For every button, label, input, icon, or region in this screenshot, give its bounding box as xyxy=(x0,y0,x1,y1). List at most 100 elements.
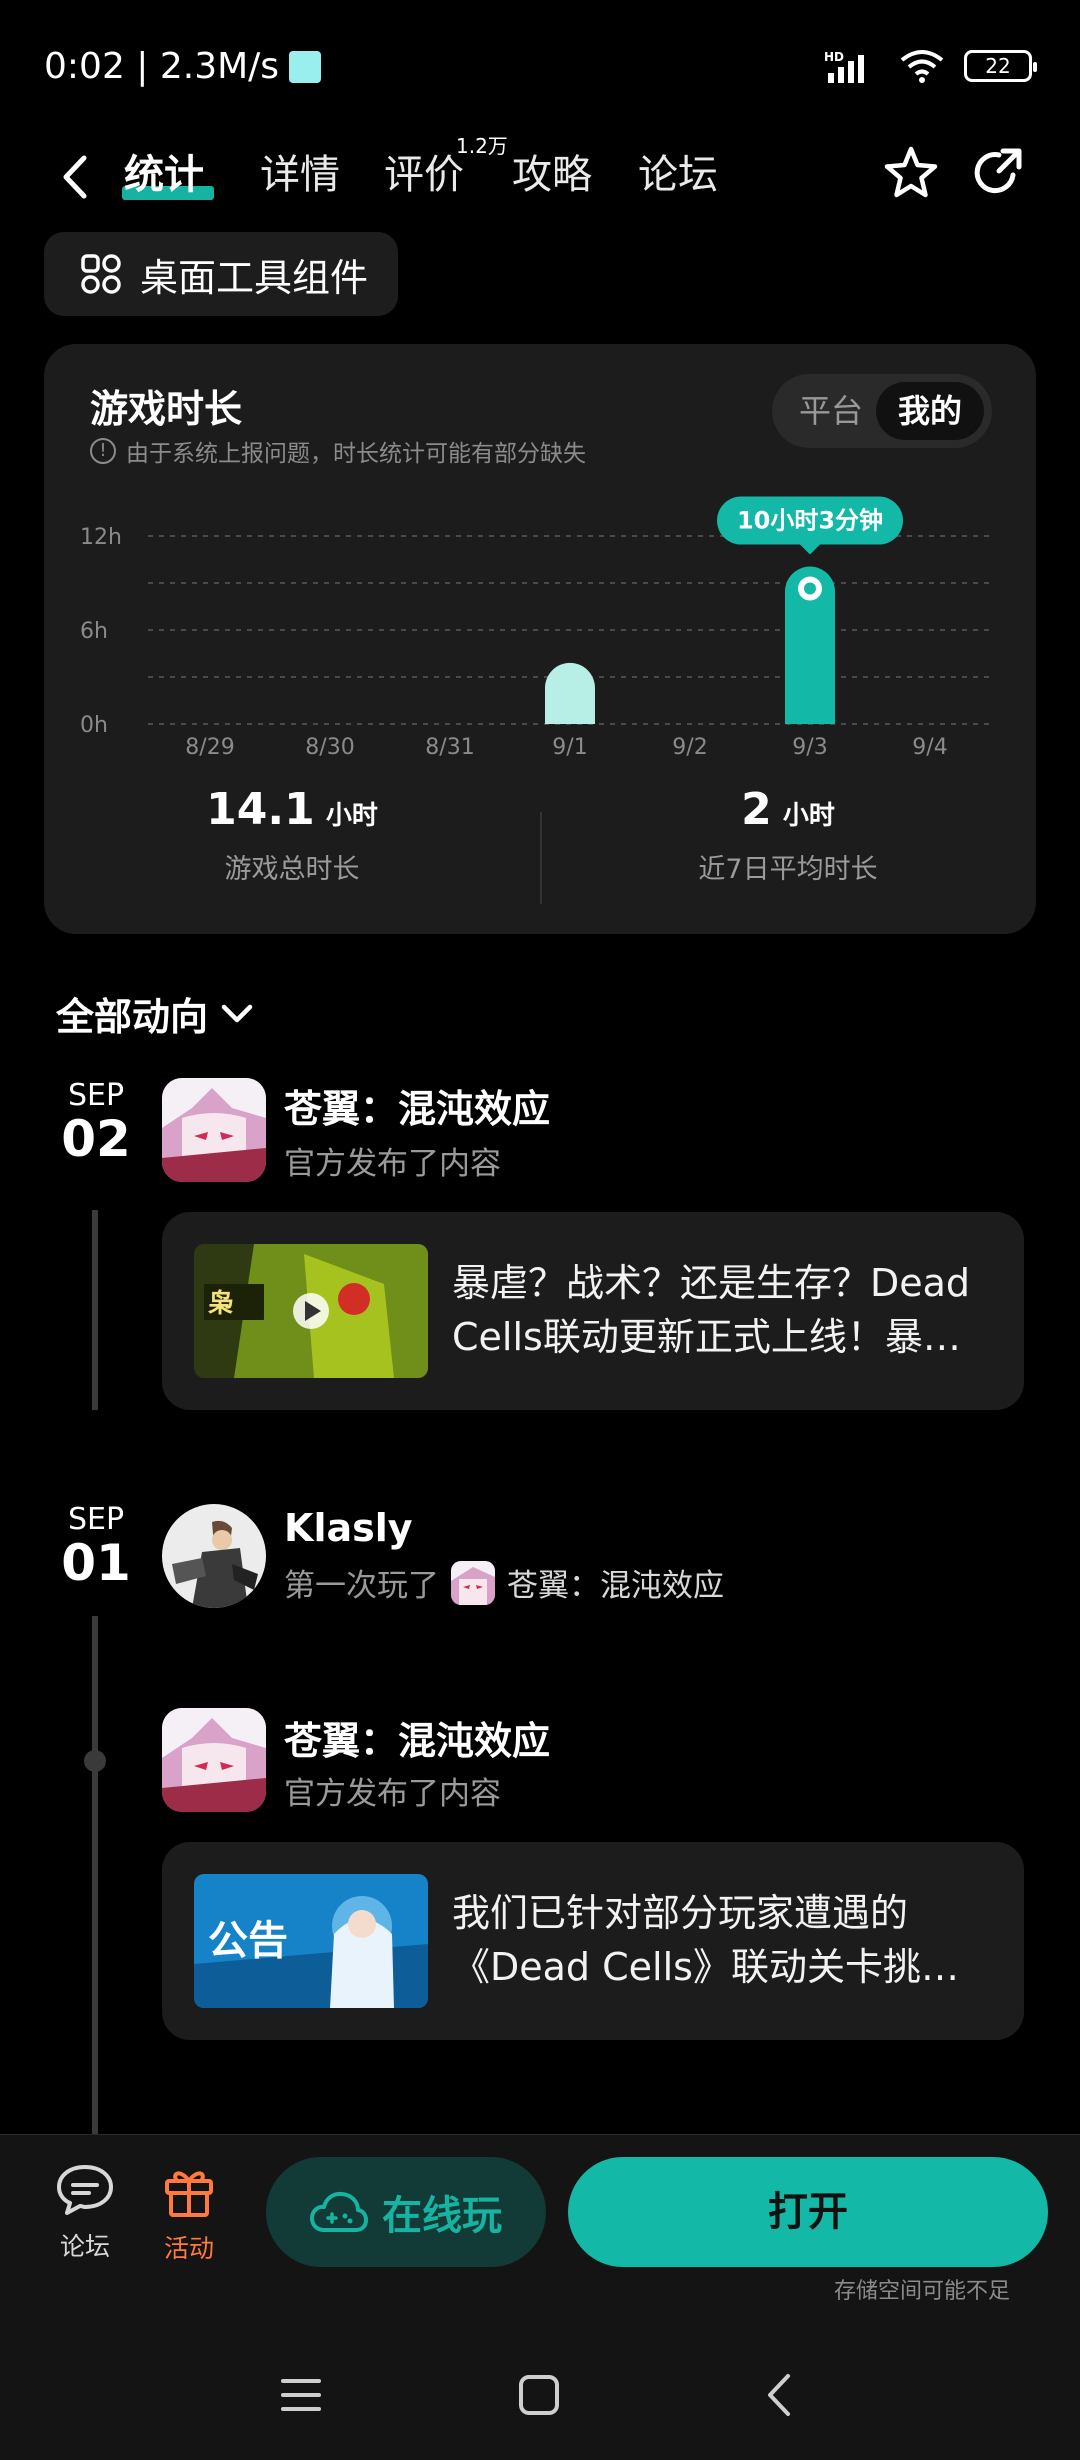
post-card[interactable]: 枭 暴虐？战术？还是生存？Dead Cells联动更新正式上线！暴虐？战术？还是… xyxy=(162,1212,1024,1410)
tab-guides[interactable]: 攻略 xyxy=(512,140,592,210)
post-title[interactable]: 苍翼：混沌效应 xyxy=(284,1078,550,1133)
share-icon xyxy=(974,148,1022,194)
date-day: 02 xyxy=(61,1110,131,1168)
share-button[interactable] xyxy=(962,138,1032,208)
tab-details[interactable]: 详情 xyxy=(260,140,340,210)
status-time-speed: 0:02 | 2.3M/s xyxy=(44,46,280,87)
activity-filter-dropdown[interactable]: 全部动向 xyxy=(56,986,254,1041)
open-game-button[interactable]: 打开 xyxy=(568,2157,1048,2267)
menu-icon xyxy=(281,2379,321,2411)
post-title[interactable]: 苍翼：混沌效应 xyxy=(284,1710,550,1765)
toggle-platform[interactable]: 平台 xyxy=(786,382,876,440)
date-day: 01 xyxy=(61,1534,131,1592)
wifi-icon xyxy=(900,50,944,83)
tab-reviews[interactable]: 评价 xyxy=(384,140,464,210)
back-arrow-icon xyxy=(63,155,87,199)
system-navigation-bar xyxy=(0,2324,1080,2460)
back-chevron-icon xyxy=(768,2374,790,2416)
status-right: HD 22 xyxy=(824,48,1037,84)
favorite-button[interactable] xyxy=(876,138,946,208)
user-activity: 第一次玩了 苍翼：混沌效应 xyxy=(284,1560,724,1605)
announcement-thumbnail-art: 公告 xyxy=(194,1874,428,2008)
chart-x-tick: 9/3 xyxy=(792,735,827,760)
recents-button[interactable] xyxy=(266,2360,336,2430)
platform-mine-toggle: 平台 我的 xyxy=(772,374,992,448)
user-activity-text: 第一次玩了 xyxy=(284,1568,439,1604)
reviews-count-badge: 1.2万 xyxy=(456,134,508,158)
play-online-label: 在线玩 xyxy=(382,2193,502,2239)
home-square-icon xyxy=(519,2375,559,2415)
signal-icon: HD xyxy=(824,50,864,83)
chart-tooltip-label: 10小时3分钟 xyxy=(737,507,883,535)
desktop-widget-button[interactable]: 桌面工具组件 xyxy=(44,232,398,316)
total-playtime-unit: 小时 xyxy=(325,801,378,831)
user-avatar[interactable] xyxy=(162,1504,266,1608)
timeline-line xyxy=(92,1616,98,2136)
bottom-tab-forum[interactable]: 论坛 xyxy=(40,2163,130,2263)
storage-warning: 存储空间可能不足 xyxy=(833,2279,1010,2304)
announcement-thumbnail[interactable]: 公告 xyxy=(194,1874,428,2008)
tab-forum[interactable]: 论坛 xyxy=(638,140,718,210)
network-hd-label: HD xyxy=(824,50,844,64)
timeline-dot xyxy=(84,1750,106,1772)
bottom-action-bar: 论坛 活动 在线玩 打开 存储空间可能不足 xyxy=(0,2134,1080,2324)
gift-icon xyxy=(165,2171,213,2217)
playtime-bar-chart: 0h 6h 12h 8/29 8/30 8/31 9/1 9/2 9/3 10小时3分钟 9/4 xyxy=(80,496,990,760)
avg-playtime-unit: 小时 xyxy=(782,801,835,831)
mini-game-icon xyxy=(451,1560,495,1605)
widgets-grid-icon xyxy=(81,254,121,294)
date-month: SEP xyxy=(67,1078,125,1113)
total-playtime-value: 14.1 xyxy=(206,784,315,835)
home-button[interactable] xyxy=(504,2360,574,2430)
date-sep-01: SEP 01 xyxy=(46,1502,146,1589)
post-subtitle: 官方发布了内容 xyxy=(284,1768,501,1813)
user-name[interactable]: Klasly xyxy=(284,1506,413,1550)
avg-playtime-value: 2 xyxy=(741,784,772,835)
svg-text:枭: 枭 xyxy=(208,1288,234,1319)
user-avatar-art xyxy=(162,1504,266,1608)
chart-x-tick: 8/29 xyxy=(185,735,234,760)
playtime-note-text: 由于系统上报问题，时长统计可能有部分缺失 xyxy=(126,441,586,467)
post-card-line1: 我们已针对部分玩家遭遇的 xyxy=(452,1891,909,1935)
playtime-title: 游戏时长 xyxy=(90,387,243,431)
date-sep-02: SEP 02 xyxy=(46,1078,146,1165)
bottom-tab-activity-label: 活动 xyxy=(163,2234,214,2263)
chart-y-tick: 0h xyxy=(80,713,108,738)
post-action-text: 官方发布了内容 xyxy=(284,1146,501,1182)
status-left: 0:02 | 2.3M/s xyxy=(44,46,322,87)
game-character-art xyxy=(162,1078,266,1182)
post-card[interactable]: 公告 我们已针对部分玩家遭遇的 《Dead Cells》联动关卡挑战异常问题进行… xyxy=(162,1842,1024,2040)
chart-x-tick: 9/1 xyxy=(552,735,587,760)
post-card-line2: 《Dead Cells》联动关卡挑战异常问题进行修复 xyxy=(452,1945,992,1989)
info-icon: ! xyxy=(90,438,116,464)
played-game-name[interactable]: 苍翼：混沌效应 xyxy=(507,1560,724,1605)
chart-tooltip-pointer xyxy=(800,544,820,555)
play-online-button[interactable]: 在线玩 xyxy=(266,2157,546,2267)
post-action-text: 官方发布了内容 xyxy=(284,1776,501,1812)
battery-level: 22 xyxy=(985,54,1011,78)
activity-filter-label: 全部动向 xyxy=(56,995,209,1039)
tab-stats[interactable]: 统计 xyxy=(124,140,204,210)
post-card-text: 暴虐？战术？还是生存？Dead Cells联动更新正式上线！暴虐？战术？还是生存… xyxy=(452,1256,992,1366)
system-back-button[interactable] xyxy=(744,2360,814,2430)
video-thumbnail[interactable]: 枭 xyxy=(194,1244,428,1378)
game-avatar[interactable] xyxy=(162,1708,266,1812)
back-button[interactable] xyxy=(50,142,100,212)
total-playtime-stat: 14.1 小时 游戏总时长 xyxy=(44,784,540,886)
star-icon xyxy=(884,146,938,198)
timeline-line xyxy=(92,1210,98,1410)
forum-chat-icon xyxy=(57,2165,113,2215)
post-card-line1: 暴虐？战术？还是生存？Dead xyxy=(452,1261,971,1305)
toggle-mine[interactable]: 我的 xyxy=(876,382,984,440)
date-month: SEP xyxy=(67,1502,125,1537)
chart-bar xyxy=(545,662,595,724)
bottom-tab-forum-label: 论坛 xyxy=(59,2232,110,2261)
game-avatar[interactable] xyxy=(162,1078,266,1182)
post-subtitle: 官方发布了内容 xyxy=(284,1138,501,1183)
post-card-text: 我们已针对部分玩家遭遇的 《Dead Cells》联动关卡挑战异常问题进行修复 xyxy=(452,1886,992,1996)
chart-x-tick: 8/30 xyxy=(305,735,354,760)
avg-playtime-label: 近7日平均时长 xyxy=(698,854,878,885)
bottom-tab-activity[interactable]: 活动 xyxy=(144,2163,234,2265)
playtime-note: ! 由于系统上报问题，时长统计可能有部分缺失 xyxy=(90,434,586,468)
post-card-line2: Cells联动更新正式上线！暴虐？战术？还是生存？ xyxy=(452,1315,992,1359)
